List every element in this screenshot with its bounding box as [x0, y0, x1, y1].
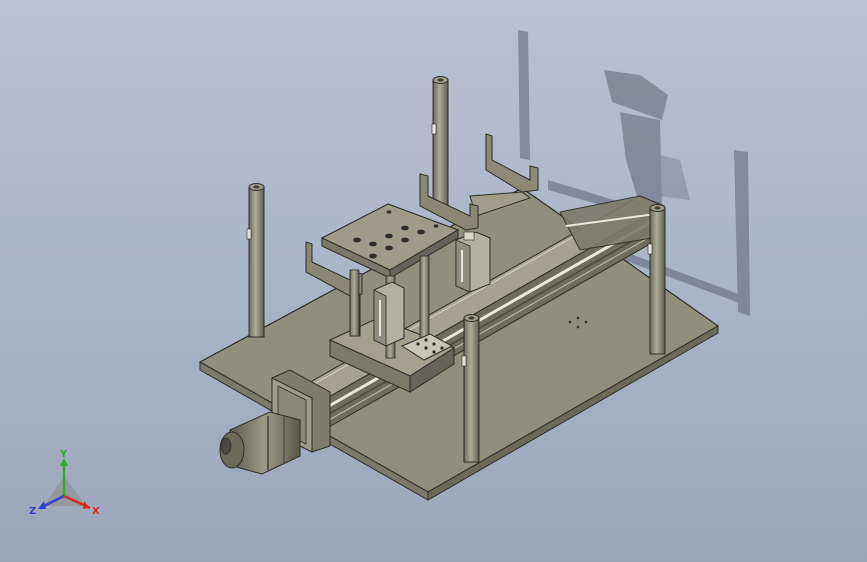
view-orientation-triad[interactable]: X Y Z [26, 448, 106, 520]
support-post[interactable] [431, 76, 449, 213]
pneumatic-cylinder[interactable] [373, 281, 405, 347]
support-post[interactable] [246, 183, 265, 338]
support-post[interactable] [647, 204, 666, 355]
servo-motor[interactable] [219, 411, 301, 475]
y-axis-label: Y [59, 449, 68, 460]
x-axis-label: X [92, 506, 100, 517]
pneumatic-cylinder[interactable] [455, 231, 491, 293]
z-axis-arrowhead [38, 501, 46, 509]
graphics-viewport[interactable]: X Y Z [0, 0, 867, 562]
support-post[interactable] [461, 314, 480, 463]
cad-model-view[interactable] [0, 0, 867, 562]
z-axis-label: Z [29, 506, 36, 517]
x-axis-arrowhead [83, 501, 90, 509]
